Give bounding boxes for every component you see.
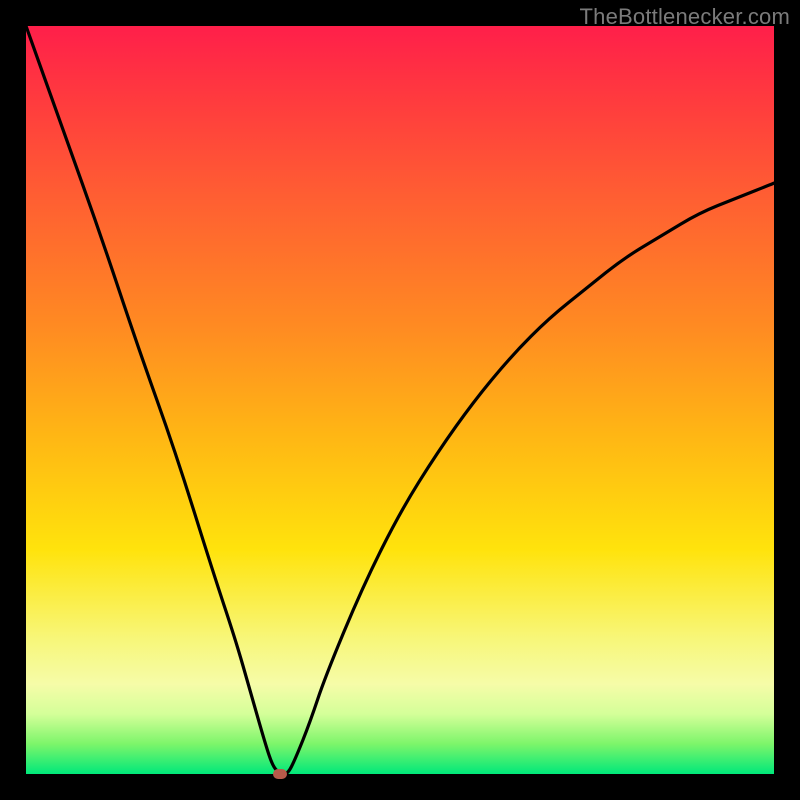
plot-area [26,26,774,774]
chart-frame: TheBottlenecker.com [0,0,800,800]
curve-svg [26,26,774,774]
bottleneck-curve [26,26,774,774]
minimum-marker [273,769,287,779]
